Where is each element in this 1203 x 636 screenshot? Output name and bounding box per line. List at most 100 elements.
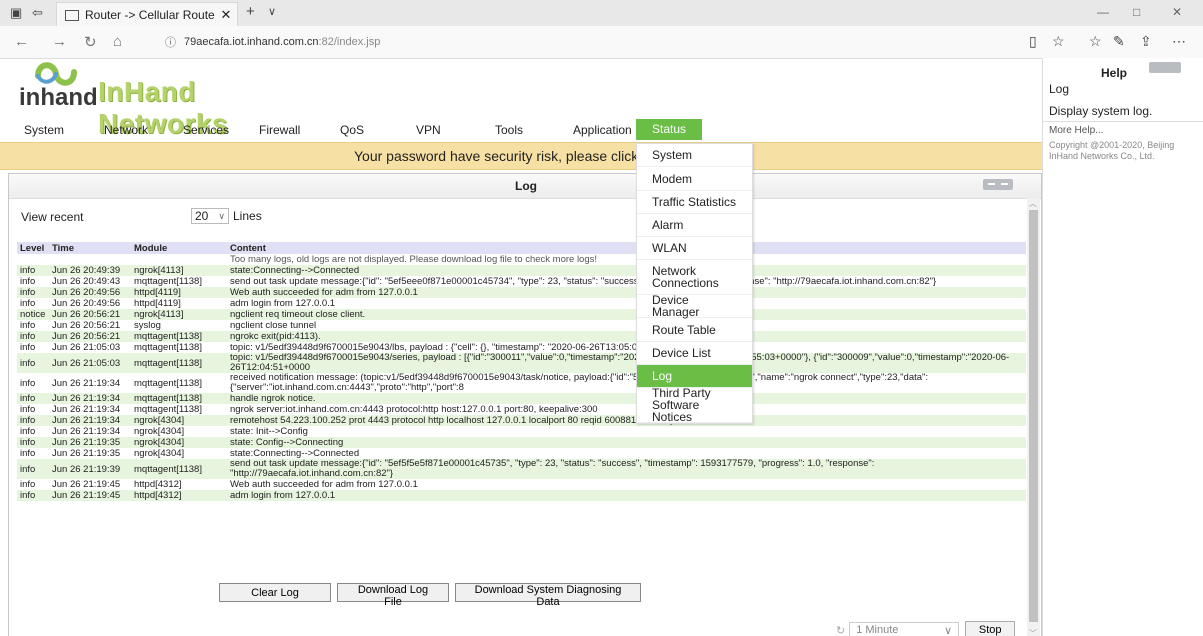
dropdown-item-device-manager[interactable]: Device Manager	[637, 294, 752, 318]
dropdown-item-alarm[interactable]: Alarm	[637, 214, 752, 237]
cell-level: info	[17, 490, 49, 501]
menu-vpn[interactable]: VPN	[416, 123, 441, 137]
banner-text[interactable]: Your password have security risk, please…	[354, 148, 670, 164]
cell-content: received notification message: (topic:v1…	[227, 373, 1026, 393]
new-tab-icon[interactable]: +	[246, 3, 255, 20]
reading-view-icon[interactable]: ▯	[1029, 33, 1037, 50]
cell-time: Jun 26 21:19:34	[49, 415, 131, 426]
cell-content: send out task update message:{"id": "5ef…	[227, 459, 1026, 479]
download-log-button[interactable]: Download Log File	[337, 583, 449, 608]
scroll-up-icon[interactable]: ︿	[1029, 198, 1037, 209]
cell-module: ngrok[4113]	[131, 265, 227, 276]
table-row: notice Jun 26 20:56:21 ngrok[4113] ngclient…	[17, 309, 1026, 320]
cell-module: mqttagent[1138]	[131, 393, 227, 404]
cell-time: Jun 26 21:05:03	[49, 353, 131, 373]
scroll-thumb[interactable]	[1029, 210, 1038, 622]
address-bar: ← → ↻ ⌂ ⓘ 79aecafa.iot.inhand.com.cn:82/…	[0, 26, 1203, 59]
menu-services[interactable]: Services	[183, 123, 229, 137]
dropdown-item-traffic-statistics[interactable]: Traffic Statistics	[637, 191, 752, 214]
cell-time: Jun 26 21:19:35	[49, 448, 131, 459]
dropdown-item-device-list[interactable]: Device List	[637, 342, 752, 365]
menu-network[interactable]: Network	[104, 123, 148, 137]
table-row: info Jun 26 21:19:39 mqttagent[1138] send o…	[17, 459, 1026, 479]
lines-value: 20	[195, 209, 209, 223]
close-tab-icon[interactable]: ✕	[219, 7, 233, 23]
menu-application[interactable]: Application	[573, 123, 632, 137]
maximize-icon[interactable]: □	[1133, 5, 1140, 19]
chevron-down-icon: ∨	[218, 210, 225, 221]
pen-icon[interactable]: ✎	[1113, 33, 1125, 50]
cell-level: info	[17, 426, 49, 437]
cell-module: httpd[4119]	[131, 287, 227, 298]
dropdown-item-wlan[interactable]: WLAN	[637, 237, 752, 260]
security-warning-banner[interactable]: Your password have security risk, please…	[0, 142, 1042, 170]
dropdown-item-modem[interactable]: Modem	[637, 167, 752, 191]
cell-module: mqttagent[1138]	[131, 353, 227, 373]
cell-time: Jun 26 21:19:39	[49, 459, 131, 479]
url-field[interactable]: ⓘ 79aecafa.iot.inhand.com.cn:82/index.js…	[165, 32, 1025, 52]
menu-status[interactable]: Status	[636, 119, 703, 140]
dropdown-item-third-party-software-notices[interactable]: Third Party Software Notices	[637, 387, 752, 423]
lines-select[interactable]: 20 ∨ Lines	[191, 208, 262, 224]
menu-firewall[interactable]: Firewall	[259, 123, 300, 137]
back-tabs-icon[interactable]: ⇦	[32, 5, 43, 21]
menu-tools[interactable]: Tools	[495, 123, 523, 137]
refresh-spinner-icon: ↻	[836, 624, 846, 636]
refresh-interval-select[interactable]: 1 Minute ∨	[849, 622, 960, 636]
table-row: info Jun 26 21:19:34 ngrok[4304] remotehost…	[17, 415, 1026, 426]
cell-time: Jun 26 21:19:34	[49, 373, 131, 393]
cell-level: info	[17, 448, 49, 459]
menu-system[interactable]: System	[24, 123, 64, 137]
table-row: info Jun 26 21:19:34 mqttagent[1138] handle…	[17, 393, 1026, 404]
favorites-icon[interactable]: ☆	[1089, 33, 1102, 50]
log-notice: Too many logs, old logs are not displaye…	[227, 254, 1026, 265]
cell-time: Jun 26 20:56:21	[49, 309, 131, 320]
panel-window-controls-icon[interactable]	[983, 179, 1013, 190]
logo-wordmark: inhand	[19, 84, 98, 111]
clear-log-button[interactable]: Clear Log	[219, 583, 331, 602]
refresh-icon[interactable]: ↻	[84, 33, 97, 51]
menu-qos[interactable]: QoS	[340, 123, 364, 137]
scroll-down-icon[interactable]: ﹀	[1029, 628, 1037, 636]
cell-level: info	[17, 276, 49, 287]
favorite-star-icon[interactable]: ☆	[1052, 33, 1065, 50]
cell-time: Jun 26 21:19:34	[49, 426, 131, 437]
close-window-icon[interactable]: ✕	[1172, 5, 1182, 19]
minimize-icon[interactable]: —	[1097, 5, 1109, 19]
cell-content: topic: v1/5edf39448d9f6700015e9043/serie…	[227, 353, 1026, 373]
download-diagnosing-button[interactable]: Download System Diagnosing Data	[455, 583, 641, 608]
help-window-controls-icon[interactable]	[1149, 62, 1181, 73]
more-icon[interactable]: ⋯	[1172, 33, 1186, 50]
table-header-row: Level Time Module Content	[17, 242, 1026, 254]
dropdown-item-route-table[interactable]: Route Table	[637, 318, 752, 342]
cell-time: Jun 26 20:49:56	[49, 287, 131, 298]
cell-level: info	[17, 437, 49, 448]
cell-module: ngrok[4304]	[131, 437, 227, 448]
table-row: info Jun 26 20:49:39 ngrok[4113] state:Conn…	[17, 265, 1026, 276]
chevron-down-icon[interactable]: ∨	[268, 5, 276, 18]
back-icon[interactable]: ←	[14, 33, 29, 50]
divider	[1043, 121, 1203, 122]
more-help-link[interactable]: More Help...	[1049, 125, 1103, 136]
tab-actions-icon[interactable]: ▣	[10, 5, 22, 21]
cell-time: Jun 26 20:56:21	[49, 331, 131, 342]
table-row: info Jun 26 20:49:56 httpd[4119] adm login …	[17, 298, 1026, 309]
cell-time: Jun 26 20:49:39	[49, 265, 131, 276]
dropdown-item-log[interactable]: Log	[637, 365, 752, 388]
dropdown-item-system[interactable]: System	[637, 144, 752, 167]
panel-title: Log	[515, 179, 537, 193]
cell-level: info	[17, 331, 49, 342]
refresh-interval-value: 1 Minute	[856, 624, 899, 636]
stop-button[interactable]: Stop	[965, 621, 1016, 636]
dropdown-item-network-connections[interactable]: Network Connections	[637, 260, 752, 295]
browser-tab[interactable]: Router -> Cellular Route ✕	[56, 2, 238, 27]
forward-icon[interactable]: →	[52, 33, 67, 50]
info-icon[interactable]: ⓘ	[165, 34, 176, 50]
vertical-scrollbar[interactable]: ︿ ﹀	[1027, 198, 1040, 636]
view-recent-label: View recent	[21, 210, 84, 224]
cell-content: ngrok server:iot.inhand.com.cn:4443 prot…	[227, 404, 1026, 415]
home-icon[interactable]: ⌂	[113, 33, 122, 50]
cell-module: mqttagent[1138]	[131, 373, 227, 393]
share-icon[interactable]: ⇪	[1140, 33, 1152, 50]
cell-level: info	[17, 342, 49, 353]
